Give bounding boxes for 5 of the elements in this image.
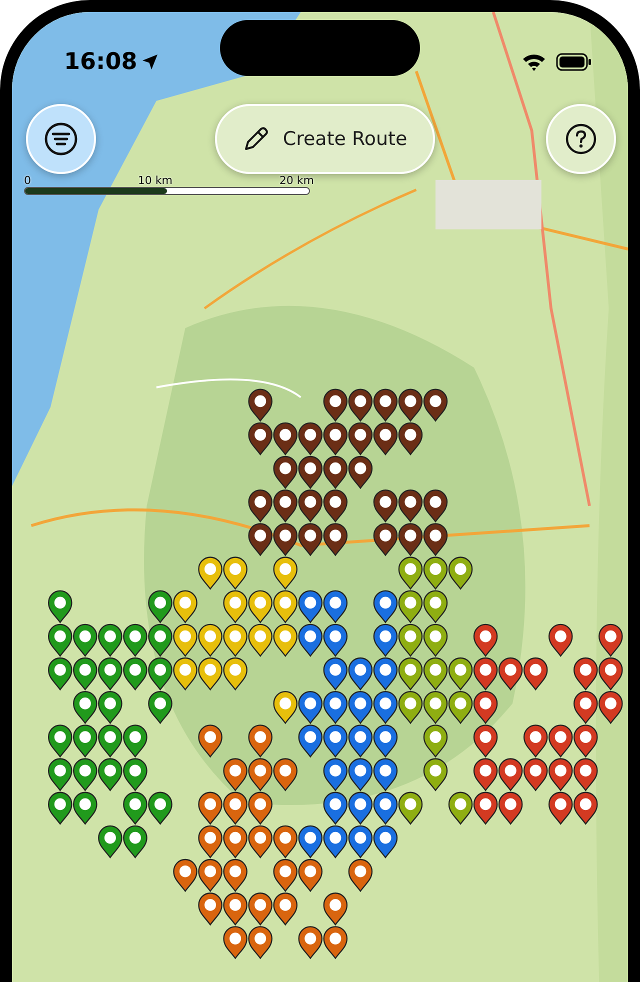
scale-label: 0: [24, 174, 31, 187]
scale-label: 20 km: [279, 174, 314, 187]
scale-label: 10 km: [138, 174, 172, 187]
create-route-button[interactable]: Create Route: [214, 104, 436, 174]
status-time: 16:08: [64, 49, 138, 75]
